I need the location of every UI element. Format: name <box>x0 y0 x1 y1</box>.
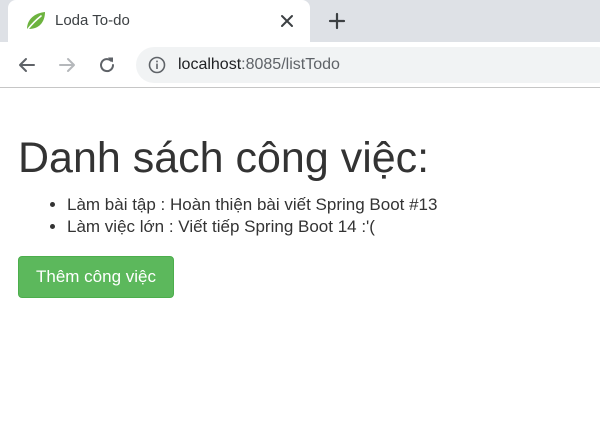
url-path: :8085/listTodo <box>241 56 340 73</box>
info-icon[interactable] <box>148 56 166 74</box>
back-arrow-icon[interactable] <box>15 53 39 77</box>
url-text[interactable]: localhost:8085/listTodo <box>178 55 340 75</box>
add-todo-button[interactable]: Thêm công việc <box>18 256 174 298</box>
tab-close-icon[interactable] <box>278 12 296 30</box>
browser-toolbar: localhost:8085/listTodo <box>0 42 600 88</box>
todo-item: Làm việc lớn : Viết tiếp Spring Boot 14 … <box>67 216 437 238</box>
browser-window: Loda To-do localhost:8085/listTodo Danh … <box>0 0 600 428</box>
tab-strip: Loda To-do <box>0 0 600 42</box>
url-host: localhost <box>178 56 242 73</box>
todo-list: Làm bài tập : Hoàn thiện bài viết Spring… <box>18 194 437 238</box>
spring-leaf-icon <box>27 12 45 30</box>
address-bar[interactable]: localhost:8085/listTodo <box>136 47 600 83</box>
page-title: Danh sách công việc: <box>18 134 430 182</box>
reload-icon[interactable] <box>95 53 119 77</box>
todo-item: Làm bài tập : Hoàn thiện bài viết Spring… <box>67 194 437 216</box>
tab-title: Loda To-do <box>55 12 130 29</box>
page-content: Danh sách công việc: Làm bài tập : Hoàn … <box>0 88 600 428</box>
forward-arrow-icon[interactable] <box>55 53 79 77</box>
new-tab-icon[interactable] <box>326 10 348 32</box>
tab-loda-todo[interactable]: Loda To-do <box>8 0 310 42</box>
